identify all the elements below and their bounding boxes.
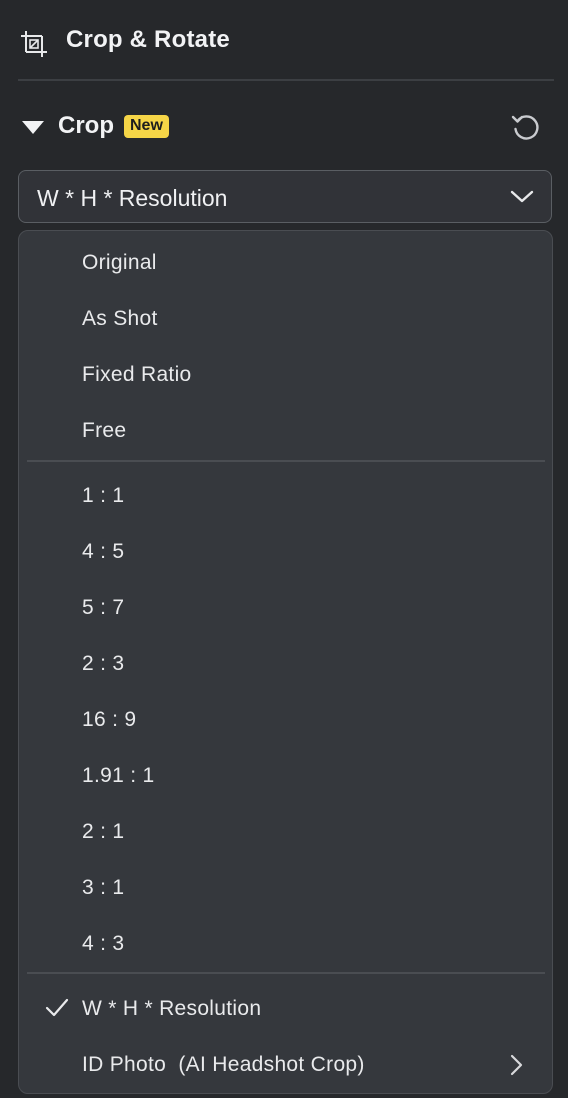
header-divider — [18, 79, 554, 81]
menu-item-label: 1.91 : 1 — [82, 764, 155, 787]
chevron-right-icon — [509, 1054, 523, 1076]
menu-item-label: Free — [82, 419, 127, 442]
new-badge: New — [124, 114, 169, 138]
collapse-triangle-icon — [22, 120, 44, 134]
menu-item-as-shot[interactable]: As Shot — [19, 295, 551, 343]
menu-item-label: 4 : 3 — [82, 932, 125, 955]
menu-item-ratio-4-3[interactable]: 4 : 3 — [19, 920, 551, 968]
menu-item-label: 1 : 1 — [82, 484, 125, 507]
menu-item-wh-resolution[interactable]: W * H * Resolution — [19, 985, 551, 1033]
crop-ratio-dropdown-menu: Original As Shot Fixed Ratio Free 1 : 1 … — [18, 230, 553, 1094]
panel-title: Crop & Rotate — [66, 26, 230, 53]
crop-ratio-select[interactable]: W * H * Resolution — [18, 170, 552, 223]
menu-item-label: W * H * Resolution — [82, 997, 262, 1020]
menu-item-label: Original — [82, 251, 157, 274]
menu-item-label: 4 : 5 — [82, 540, 125, 563]
crop-select-value: W * H * Resolution — [37, 185, 228, 211]
menu-item-free[interactable]: Free — [19, 407, 551, 455]
menu-item-label: As Shot — [82, 307, 158, 330]
crop-section-toggle[interactable]: Crop New — [22, 108, 222, 144]
menu-item-ratio-4-5[interactable]: 4 : 5 — [19, 528, 551, 576]
menu-item-ratio-2-3[interactable]: 2 : 3 — [19, 640, 551, 688]
menu-divider — [27, 972, 545, 974]
crop-icon — [20, 30, 48, 58]
menu-item-id-photo[interactable]: ID Photo (AI Headshot Crop) — [19, 1041, 551, 1089]
menu-item-ratio-1-91-1[interactable]: 1.91 : 1 — [19, 752, 551, 800]
menu-item-fixed-ratio[interactable]: Fixed Ratio — [19, 351, 551, 399]
check-icon — [45, 997, 69, 1019]
menu-item-label: 2 : 1 — [82, 820, 125, 843]
menu-item-ratio-3-1[interactable]: 3 : 1 — [19, 864, 551, 912]
menu-item-label: 5 : 7 — [82, 596, 125, 619]
menu-item-ratio-16-9[interactable]: 16 : 9 — [19, 696, 551, 744]
reset-icon[interactable] — [509, 110, 543, 144]
menu-item-original[interactable]: Original — [19, 239, 551, 287]
menu-item-label: 2 : 3 — [82, 652, 125, 675]
menu-divider — [27, 460, 545, 462]
section-title: Crop — [58, 112, 114, 139]
menu-item-label: 16 : 9 — [82, 708, 137, 731]
menu-item-label: Fixed Ratio — [82, 363, 192, 386]
menu-item-ratio-1-1[interactable]: 1 : 1 — [19, 472, 551, 520]
menu-item-label: ID Photo (AI Headshot Crop) — [82, 1053, 365, 1076]
menu-item-ratio-5-7[interactable]: 5 : 7 — [19, 584, 551, 632]
panel-header: Crop & Rotate — [0, 0, 568, 81]
menu-item-ratio-2-1[interactable]: 2 : 1 — [19, 808, 551, 856]
chevron-down-icon — [509, 185, 535, 207]
menu-item-label: 3 : 1 — [82, 876, 125, 899]
